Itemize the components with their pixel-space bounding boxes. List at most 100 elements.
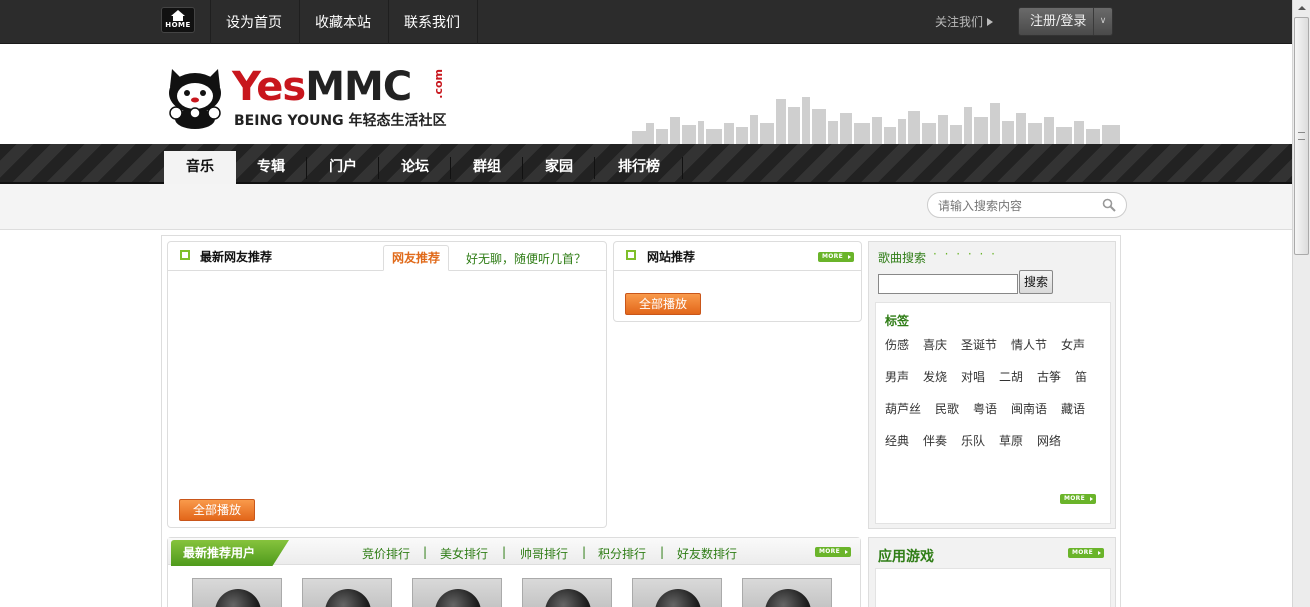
divider: | xyxy=(660,545,665,559)
home-label: HOME xyxy=(165,21,191,29)
chevron-down-icon[interactable]: ∨ xyxy=(1093,8,1112,35)
search-icon[interactable] xyxy=(1102,198,1116,212)
tag-link[interactable]: 伤感 xyxy=(885,336,909,353)
nav-item-music[interactable]: 音乐 xyxy=(164,151,236,184)
tag-link[interactable]: 藏语 xyxy=(1061,400,1085,417)
apps-games-panel: 应用游戏 MORE xyxy=(868,537,1116,607)
scroll-up-icon[interactable] xyxy=(1293,0,1310,17)
tag-link[interactable]: 民歌 xyxy=(935,400,959,417)
divider xyxy=(306,157,307,179)
divider xyxy=(210,0,211,44)
home-button[interactable]: HOME xyxy=(161,7,195,33)
rank-link-handsome[interactable]: 帅哥排行 xyxy=(520,545,568,562)
song-search-label: 歌曲搜索 xyxy=(878,251,927,265)
set-homepage-link[interactable]: 设为首页 xyxy=(226,12,282,32)
tag-link[interactable]: 古筝 xyxy=(1037,368,1061,385)
tab-friend-recommend[interactable]: 网友推荐 xyxy=(383,245,449,271)
bullet-square-icon xyxy=(626,250,636,260)
tab-random-listen[interactable]: 好无聊，随便听几首？ xyxy=(466,250,586,267)
tag-link[interactable]: 圣诞节 xyxy=(961,336,997,353)
friend-recommend-panel: 最新网友推荐 网友推荐 好无聊，随便听几首？ 全部播放 xyxy=(167,241,607,528)
user-silhouette-icon xyxy=(545,589,591,607)
search-bar-strip xyxy=(0,184,1292,230)
contact-us-link[interactable]: 联系我们 xyxy=(404,12,460,32)
tag-link[interactable]: 闽南语 xyxy=(1011,400,1047,417)
user-silhouette-icon xyxy=(435,589,481,607)
song-search-input[interactable] xyxy=(878,274,1018,294)
tags-title: 标签 xyxy=(885,314,910,328)
register-login-button[interactable]: 注册/登录 ∨ xyxy=(1018,7,1113,36)
site-search-input[interactable] xyxy=(938,197,1098,215)
divider xyxy=(378,157,379,179)
panel-title: 应用游戏 xyxy=(878,549,934,565)
divider xyxy=(594,157,595,179)
tag-link[interactable]: 喜庆 xyxy=(923,336,947,353)
play-all-button[interactable]: 全部播放 xyxy=(625,293,701,315)
apps-list xyxy=(875,568,1111,607)
tag-link[interactable]: 笛 xyxy=(1075,368,1087,385)
nav-item-charts[interactable]: 排行榜 xyxy=(596,151,682,184)
tag-link[interactable]: 发烧 xyxy=(923,368,947,385)
avatar[interactable] xyxy=(522,578,612,607)
tag-link[interactable]: 经典 xyxy=(885,432,909,449)
bookmark-site-link[interactable]: 收藏本站 xyxy=(315,12,371,32)
more-button[interactable]: MORE xyxy=(1068,548,1104,558)
rank-link-points[interactable]: 积分排行 xyxy=(598,545,646,562)
user-silhouette-icon xyxy=(765,589,811,607)
brand-tagline: BEING YOUNG 年轻态生活社区 xyxy=(234,113,447,129)
nav-item-portal[interactable]: 门户 xyxy=(308,151,378,184)
nav-item-album[interactable]: 专辑 xyxy=(236,151,306,184)
tag-link[interactable]: 对唱 xyxy=(961,368,985,385)
main-nav: 音乐 专辑 门户 论坛 群组 家园 排行榜 xyxy=(0,144,1292,184)
tag-link[interactable]: 二胡 xyxy=(999,368,1023,385)
tag-link[interactable]: 乐队 xyxy=(961,432,985,449)
site-search xyxy=(927,192,1127,218)
brand-wordmark: YesMMC xyxy=(232,64,412,110)
divider: | xyxy=(582,545,587,559)
divider xyxy=(388,0,389,44)
tag-link[interactable]: 葫芦丝 xyxy=(885,400,921,417)
login-label: 注册/登录 xyxy=(1030,14,1087,29)
panel-title: 网站推荐 xyxy=(647,250,696,264)
divider xyxy=(682,157,683,179)
tag-link[interactable]: 情人节 xyxy=(1011,336,1047,353)
nav-item-home-space[interactable]: 家园 xyxy=(524,151,594,184)
divider: | xyxy=(502,545,507,559)
brand-domain: .com xyxy=(432,69,445,99)
tag-link[interactable]: 男声 xyxy=(885,368,909,385)
panel-header: 最新推荐用户 竞价排行 | 美女排行 | 帅哥排行 | 积分排行 | 好友数排行… xyxy=(168,538,860,566)
avatar[interactable] xyxy=(632,578,722,607)
arrow-right-icon xyxy=(987,18,994,26)
more-button[interactable]: MORE xyxy=(818,252,854,262)
tag-link[interactable]: 草原 xyxy=(999,432,1023,449)
rank-link-bidding[interactable]: 竞价排行 xyxy=(362,545,410,562)
recommended-users-panel: 最新推荐用户 竞价排行 | 美女排行 | 帅哥排行 | 积分排行 | 好友数排行… xyxy=(167,537,861,607)
song-search-button[interactable]: 搜索 xyxy=(1019,270,1053,294)
site-header: YesMMC .com BEING YOUNG 年轻态生活社区 xyxy=(0,45,1292,145)
rank-link-friends[interactable]: 好友数排行 xyxy=(677,545,737,562)
bullet-square-icon xyxy=(180,250,190,260)
rank-link-beauty[interactable]: 美女排行 xyxy=(440,545,488,562)
play-all-button[interactable]: 全部播放 xyxy=(179,499,255,521)
follow-us-link[interactable]: 关注我们 xyxy=(935,13,994,30)
more-button[interactable]: MORE xyxy=(815,547,851,557)
tag-link[interactable]: 网络 xyxy=(1037,432,1061,449)
more-button[interactable]: MORE xyxy=(1060,494,1096,504)
avatar[interactable] xyxy=(742,578,832,607)
site-logo[interactable]: YesMMC .com BEING YOUNG 年轻态生活社区 xyxy=(162,63,452,131)
divider xyxy=(450,157,451,179)
scrollbar-thumb[interactable] xyxy=(1294,17,1309,255)
nav-item-forum[interactable]: 论坛 xyxy=(380,151,450,184)
user-silhouette-icon xyxy=(325,589,371,607)
nav-item-groups[interactable]: 群组 xyxy=(452,151,522,184)
recommended-users-tab: 最新推荐用户 xyxy=(171,540,289,566)
top-bar: HOME 设为首页 收藏本站 联系我们 关注我们 注册/登录 ∨ xyxy=(0,0,1292,44)
tag-link[interactable]: 粤语 xyxy=(973,400,997,417)
tag-link[interactable]: 伴奏 xyxy=(923,432,947,449)
tag-link[interactable]: 女声 xyxy=(1061,336,1085,353)
lucky-cat-logo-icon xyxy=(169,69,221,129)
avatar[interactable] xyxy=(412,578,502,607)
avatar[interactable] xyxy=(192,578,282,607)
avatar[interactable] xyxy=(302,578,392,607)
vertical-scrollbar[interactable] xyxy=(1292,0,1310,607)
